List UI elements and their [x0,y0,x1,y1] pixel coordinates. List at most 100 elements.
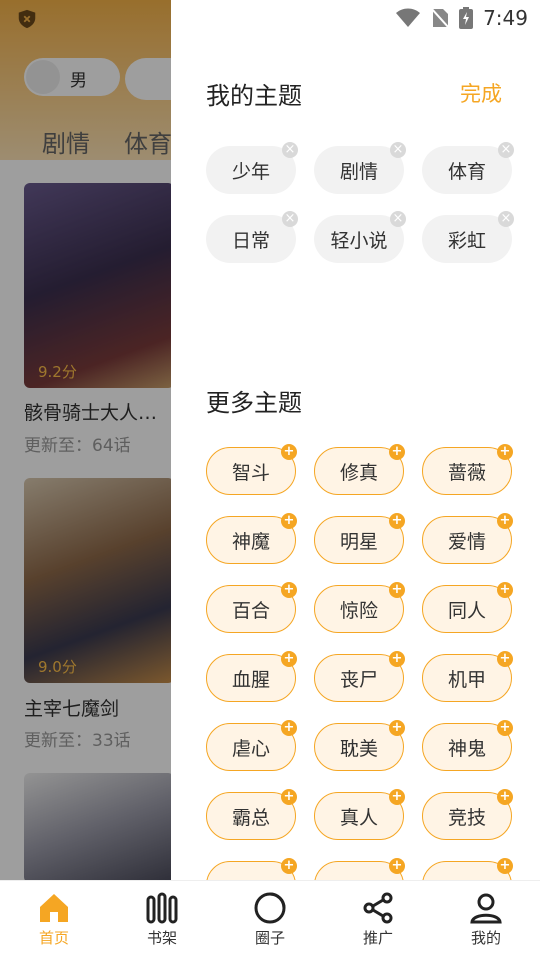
wifi-icon [396,8,421,27]
add-icon[interactable]: + [281,720,297,736]
topic-label: 虐心 [231,737,270,760]
add-icon[interactable]: + [497,720,513,736]
remove-icon[interactable]: × [282,211,298,227]
status-bar: 7:49 [395,6,528,30]
add-icon[interactable]: + [389,651,405,667]
topic-label: 蔷薇 [447,461,486,484]
more-topic-chip[interactable]: 智斗 + [206,444,297,495]
add-icon[interactable]: + [497,513,513,529]
circle-icon [254,892,286,924]
topic-label: 机甲 [447,668,486,691]
remove-icon[interactable]: × [390,211,406,227]
topic-label: 血腥 [231,668,270,691]
add-icon[interactable]: + [497,789,513,805]
topic-label: 爱情 [447,530,486,553]
add-icon[interactable]: + [281,582,297,598]
more-topics-title: 更多主题 [206,389,302,417]
more-topic-chip[interactable]: 真人 + [314,789,405,840]
topic-label: 真人 [339,806,378,829]
add-icon[interactable]: + [281,789,297,805]
my-topic-chip[interactable]: 体育 × [422,142,514,194]
my-topic-chip[interactable]: 剧情 × [314,142,406,194]
more-topic-chip[interactable]: 竞技 + [422,789,513,840]
bottom-nav: 首页 书架 圈子 推广 我的 [0,880,540,961]
remove-icon[interactable]: × [498,142,514,158]
done-button[interactable]: 完成 [460,78,502,108]
topic-label: 同人 [447,599,486,622]
more-topic-chip[interactable]: 明星 + [314,513,405,564]
topic-label: 体育 [447,160,486,183]
more-topic-chip[interactable]: + [314,858,405,880]
add-icon[interactable]: + [389,513,405,529]
nav-label: 圈子 [254,929,285,947]
more-topic-chip[interactable]: 神魔 + [206,513,297,564]
battery-icon [459,7,474,29]
more-topic-chip[interactable]: 爱情 + [422,513,513,564]
topic-label: 丧尸 [339,668,378,691]
more-topic-chip[interactable]: 血腥 + [206,651,297,702]
no-sim-icon [431,8,450,28]
more-topic-chip[interactable]: 同人 + [422,582,513,633]
add-icon[interactable]: + [281,513,297,529]
topic-label: 彩虹 [447,229,486,252]
bookshelf-icon [146,892,178,924]
more-topic-chip[interactable]: 惊险 + [314,582,405,633]
topic-label: 耽美 [339,737,378,760]
topic-label: 轻小说 [330,229,388,252]
home-icon [40,894,68,922]
nav-item-circle[interactable]: 圈子 [230,891,310,948]
more-topic-chip[interactable]: 百合 + [206,582,297,633]
add-icon[interactable]: + [389,720,405,736]
more-topic-chip[interactable]: + [422,858,513,880]
add-icon[interactable]: + [389,858,405,874]
my-topic-chip[interactable]: 日常 × [206,211,298,263]
topic-label: 竞技 [447,806,486,829]
my-topic-chip[interactable]: 少年 × [206,142,298,194]
more-topic-chip[interactable]: 虐心 + [206,720,297,771]
remove-icon[interactable]: × [282,142,298,158]
topic-label: 惊险 [339,599,378,622]
topic-label: 日常 [231,229,270,252]
add-icon[interactable]: + [497,858,513,874]
add-icon[interactable]: + [281,651,297,667]
more-topic-chip[interactable]: 耽美 + [314,720,405,771]
topic-drawer: 7:49 我的主题 完成 少年 × 剧情 × 体育 × 日常 × 轻小说 × 彩虹 × 更多主题 智斗… [171,0,540,880]
topic-label: 少年 [231,160,270,183]
my-topics-title: 我的主题 [206,82,302,110]
my-topic-chip[interactable]: 彩虹 × [422,211,514,263]
nav-item-home[interactable]: 首页 [14,891,94,948]
add-icon[interactable]: + [389,582,405,598]
add-icon[interactable]: + [281,858,297,874]
nav-item-bookshelf[interactable]: 书架 [122,891,202,948]
topic-label: 百合 [231,599,270,622]
more-topic-chip[interactable]: 机甲 + [422,651,513,702]
topic-label: 明星 [339,530,378,553]
status-time: 7:49 [483,6,528,30]
add-icon[interactable]: + [389,789,405,805]
more-topic-chip[interactable]: 丧尸 + [314,651,405,702]
add-icon[interactable]: + [389,444,405,460]
more-topic-chip[interactable]: 神鬼 + [422,720,513,771]
remove-icon[interactable]: × [498,211,514,227]
share-icon [363,892,393,924]
nav-label: 我的 [470,929,501,947]
nav-item-promote[interactable]: 推广 [338,891,418,948]
nav-label: 书架 [146,929,177,947]
more-topic-chip[interactable]: 蔷薇 + [422,444,513,495]
add-icon[interactable]: + [281,444,297,460]
my-topic-chip[interactable]: 轻小说 × [314,211,406,263]
more-topic-chip[interactable]: 霸总 + [206,789,297,840]
add-icon[interactable]: + [497,444,513,460]
add-icon[interactable]: + [497,582,513,598]
topic-label: 神鬼 [447,737,486,760]
user-icon [470,893,502,924]
nav-item-mine[interactable]: 我的 [446,891,526,948]
more-topic-chip[interactable]: + [206,858,297,880]
remove-icon[interactable]: × [390,142,406,158]
topic-label: 智斗 [231,461,270,484]
add-icon[interactable]: + [497,651,513,667]
more-topic-chip[interactable]: 修真 + [314,444,405,495]
topic-label: 修真 [339,461,378,484]
topic-label: 剧情 [339,160,378,183]
nav-label: 推广 [362,929,393,947]
